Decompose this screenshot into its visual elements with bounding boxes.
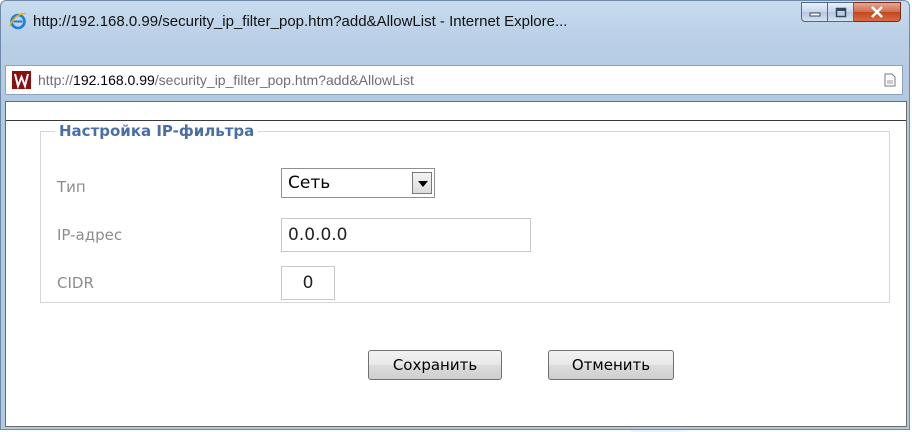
window-title: http://192.168.0.99/security_ip_filter_p… xyxy=(33,13,568,30)
type-select[interactable]: Сеть xyxy=(281,168,435,198)
ip-filter-settings: Настройка IP-фильтра Тип Сеть IP-адрес 0… xyxy=(40,122,890,303)
minimize-button[interactable] xyxy=(801,2,828,22)
top-divider xyxy=(6,120,906,121)
chevron-down-icon[interactable] xyxy=(412,172,432,194)
address-bar[interactable]: http://192.168.0.99/security_ip_filter_p… xyxy=(5,65,903,95)
window-controls xyxy=(801,2,901,24)
site-favicon-icon xyxy=(12,71,31,89)
ip-filter-legend: Настройка IP-фильтра xyxy=(59,122,255,140)
ip-address-input[interactable]: 0.0.0.0 xyxy=(281,218,531,252)
url-path: /security_ip_filter_pop.htm?add&AllowLis… xyxy=(154,72,414,88)
page-icon xyxy=(884,73,896,87)
cancel-button[interactable]: Отменить xyxy=(548,350,674,380)
cidr-label: CIDR xyxy=(57,274,94,292)
page-content: Настройка IP-фильтра Тип Сеть IP-адрес 0… xyxy=(5,101,907,427)
maximize-icon xyxy=(835,7,846,17)
popup-window: http://192.168.0.99/security_ip_filter_p… xyxy=(0,0,910,430)
url-scheme: http:// xyxy=(38,72,74,88)
url-host: 192.168.0.99 xyxy=(73,72,155,88)
minimize-icon xyxy=(809,12,820,17)
close-icon xyxy=(871,6,883,18)
ip-address-label: IP-адрес xyxy=(57,226,123,244)
cidr-input[interactable]: 0 xyxy=(281,266,335,300)
close-button[interactable] xyxy=(854,2,901,22)
save-button[interactable]: Сохранить xyxy=(368,350,502,380)
type-select-value: Сеть xyxy=(288,173,331,193)
address-url: http://192.168.0.99/security_ip_filter_p… xyxy=(38,66,414,94)
internet-explorer-icon xyxy=(9,12,27,30)
title-bar[interactable]: http://192.168.0.99/security_ip_filter_p… xyxy=(1,1,909,53)
type-label: Тип xyxy=(57,178,86,196)
maximize-button[interactable] xyxy=(828,2,854,22)
